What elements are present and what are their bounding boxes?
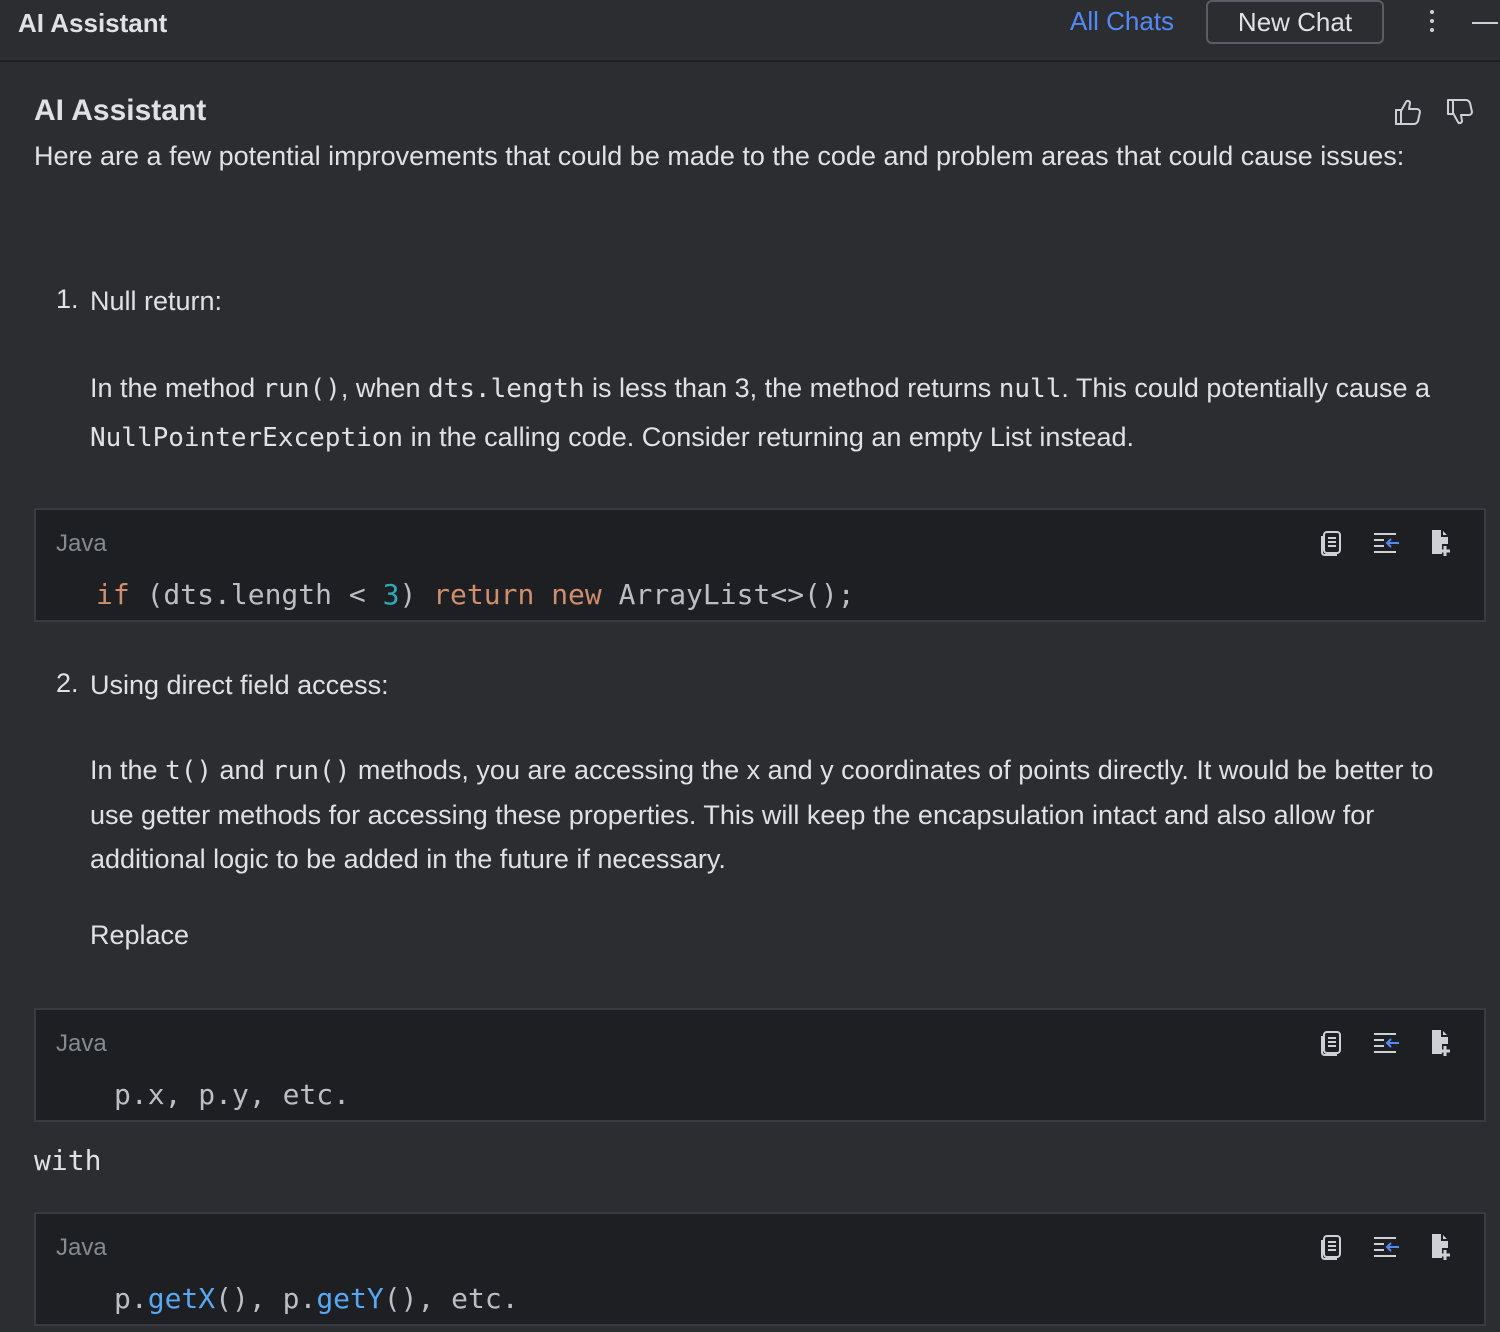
code-block-toolbar xyxy=(1316,1026,1456,1058)
list-item-title: Using direct field access: xyxy=(90,670,389,700)
list-item-body: In the method run(), when dts.length is … xyxy=(90,373,1431,453)
thumbs-up-icon[interactable] xyxy=(1392,96,1424,128)
list-item-title: Null return: xyxy=(90,286,223,316)
tool-window-title: AI Assistant xyxy=(18,8,168,38)
new-file-icon[interactable] xyxy=(1424,526,1456,558)
inline-code: null xyxy=(998,374,1062,404)
inline-code: dts.length xyxy=(427,374,585,404)
code-language-label: Java xyxy=(56,1234,107,1261)
code-language-label: Java xyxy=(56,530,107,557)
copy-icon[interactable] xyxy=(1316,1230,1348,1262)
code-block: Java p.getX(), p.getY(), etc. xyxy=(34,1212,1486,1326)
code-line: if (dts.length < 3) return new ArrayList… xyxy=(96,578,855,611)
insert-at-caret-icon[interactable] xyxy=(1370,1230,1402,1262)
code-block-toolbar xyxy=(1316,1230,1456,1262)
message-author: AI Assistant xyxy=(34,94,207,127)
more-vertical-icon[interactable] xyxy=(1420,6,1444,40)
with-text: with xyxy=(34,1144,102,1177)
thumbs-down-icon[interactable] xyxy=(1444,96,1476,128)
list-item-body: In the t() and run() methods, you are ac… xyxy=(90,755,1434,874)
intro-text: Here are a few potential improvements th… xyxy=(34,141,1405,171)
new-file-icon[interactable] xyxy=(1424,1230,1456,1262)
inline-code: run() xyxy=(272,756,351,786)
copy-icon[interactable] xyxy=(1316,1026,1348,1058)
inline-code: t() xyxy=(165,756,213,786)
all-chats-link[interactable]: All Chats xyxy=(1070,6,1174,37)
code-language-label: Java xyxy=(56,1030,107,1057)
inline-code: NullPointerException xyxy=(90,423,404,453)
new-chat-button[interactable]: New Chat xyxy=(1206,0,1384,44)
tool-window-header: AI Assistant All Chats New Chat xyxy=(0,0,1500,62)
insert-at-caret-icon[interactable] xyxy=(1370,1026,1402,1058)
code-line: p.getX(), p.getY(), etc. xyxy=(114,1282,519,1315)
list-number: 1. xyxy=(56,284,79,314)
code-line: p.x, p.y, etc. xyxy=(114,1078,351,1111)
code-block-toolbar xyxy=(1316,526,1456,558)
replace-label: Replace xyxy=(90,920,190,950)
inline-code: run() xyxy=(262,374,341,404)
list-number: 2. xyxy=(56,668,79,698)
code-block: Java p.x, p.y, etc. xyxy=(34,1008,1486,1122)
code-block: Java if (dts.length < 3) return new Arra… xyxy=(34,508,1486,622)
new-file-icon[interactable] xyxy=(1424,1026,1456,1058)
copy-icon[interactable] xyxy=(1316,526,1348,558)
insert-at-caret-icon[interactable] xyxy=(1370,526,1402,558)
minimize-icon[interactable] xyxy=(1472,22,1498,24)
